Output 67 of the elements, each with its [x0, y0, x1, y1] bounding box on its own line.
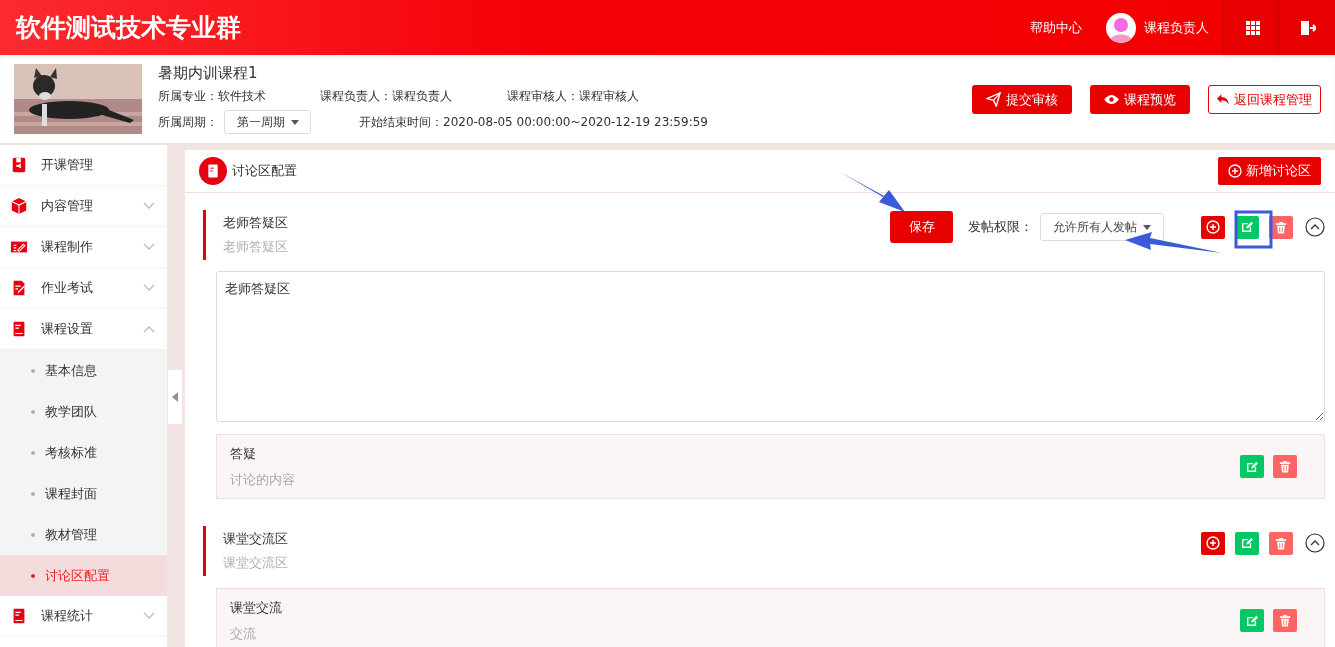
plus-circle-icon — [1228, 164, 1242, 178]
section-title: 老师答疑区 — [223, 214, 288, 232]
delete-button[interactable] — [1273, 609, 1297, 632]
trash-icon — [1275, 536, 1287, 550]
course-name: 暑期内训课程1 — [158, 64, 259, 83]
topic-title: 答疑 — [230, 444, 257, 463]
caret-left-icon — [172, 392, 178, 402]
speaker-book-icon — [10, 156, 28, 174]
eye-icon — [1104, 94, 1119, 105]
description-field[interactable]: 老师答疑区 — [216, 271, 1325, 422]
chevron-up-circle-icon — [1305, 217, 1325, 237]
collapse-handle[interactable] — [168, 370, 182, 424]
logout-button[interactable] — [1280, 0, 1335, 55]
permission-select[interactable]: 允许所有人发帖 — [1040, 213, 1164, 241]
add-button[interactable] — [1201, 215, 1225, 239]
reply-arrow-icon — [1217, 94, 1229, 105]
collapse-button[interactable] — [1305, 217, 1325, 237]
trash-icon — [1279, 460, 1291, 473]
edit-icon — [1246, 460, 1258, 473]
edit-icon — [1241, 221, 1253, 233]
section-subtitle: 老师答疑区 — [223, 238, 288, 256]
plus-circle-icon — [1206, 536, 1220, 550]
delete-button[interactable] — [1269, 215, 1293, 239]
highlight-box — [1234, 210, 1273, 249]
plus-circle-icon — [1206, 220, 1220, 234]
add-button[interactable] — [1201, 531, 1225, 555]
reviewer-text: 课程审核人：课程审核人 — [507, 88, 639, 105]
edit-icon — [1246, 614, 1258, 627]
section-title: 课堂交流区 — [223, 530, 288, 548]
section-subtitle: 课堂交流区 — [223, 554, 288, 572]
panel-title: 讨论区配置 — [232, 162, 298, 180]
paper-plane-icon — [986, 92, 1001, 107]
collapse-button[interactable] — [1305, 533, 1325, 553]
major-text: 所属专业：软件技术 — [158, 88, 267, 105]
trash-icon — [1279, 614, 1291, 627]
apps-button[interactable] — [1225, 0, 1280, 55]
submenu-item[interactable]: 考核标准 — [0, 432, 167, 473]
topic-subtitle: 交流 — [230, 624, 257, 643]
user-name: 课程负责人 — [1144, 18, 1209, 37]
grid-icon — [1245, 20, 1260, 35]
permission-label: 发帖权限： — [968, 218, 1033, 236]
chevron-up-circle-icon — [1305, 533, 1325, 553]
edit-icon — [1241, 537, 1253, 549]
delete-button[interactable] — [1273, 455, 1297, 478]
logout-icon — [1299, 19, 1316, 36]
submit-button[interactable]: 提交审核 — [972, 85, 1072, 114]
submenu-item[interactable]: 教材管理 — [0, 514, 167, 555]
period-label: 所属周期： — [158, 113, 219, 131]
topic-title: 课堂交流 — [230, 598, 282, 617]
cube-icon — [10, 197, 28, 215]
submenu-item[interactable]: 教学团队 — [0, 391, 167, 432]
save-button[interactable]: 保存 — [890, 211, 953, 243]
delete-button[interactable] — [1269, 531, 1293, 555]
preview-button[interactable]: 课程预览 — [1090, 85, 1190, 114]
back-button[interactable]: 返回课程管理 — [1208, 85, 1321, 114]
book-icon — [199, 157, 227, 185]
submenu-item[interactable]: 课程封面 — [0, 473, 167, 514]
avatar-icon — [1106, 12, 1136, 43]
time-text: 开始结束时间：2020-08-05 00:00:00~2020-12-19 23:59:59 — [359, 113, 708, 131]
topic-subtitle: 讨论的内容 — [230, 470, 295, 489]
help-link[interactable]: 帮助中心 — [1030, 18, 1082, 37]
add-forum-button[interactable]: 新增讨论区 — [1218, 157, 1321, 185]
submenu-item[interactable]: 基本信息 — [0, 350, 167, 391]
trash-icon — [1275, 220, 1287, 234]
period-select[interactable]: 第一周期 — [224, 110, 311, 134]
site-title: 软件测试技术专业群 — [16, 12, 241, 44]
owner-text: 课程负责人：课程负责人 — [320, 88, 453, 105]
